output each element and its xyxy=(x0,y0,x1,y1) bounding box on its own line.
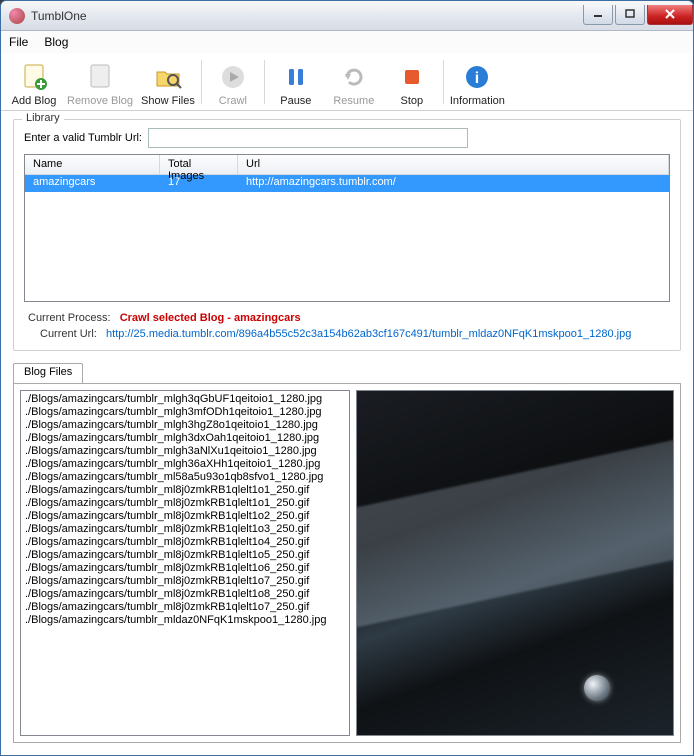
add-blog-button[interactable]: Add Blog xyxy=(5,55,63,109)
table-row[interactable]: amazingcars 17 http://amazingcars.tumblr… xyxy=(25,175,669,192)
titlebar[interactable]: TumblOne xyxy=(1,1,693,31)
list-item[interactable]: ./Blogs/amazingcars/tumblr_ml8j0zmkRB1ql… xyxy=(25,562,345,575)
list-item[interactable]: ./Blogs/amazingcars/tumblr_ml58a5u93o1qb… xyxy=(25,471,345,484)
maximize-button[interactable] xyxy=(615,5,645,25)
stop-icon xyxy=(396,61,428,93)
table-header: Name Total Images Url xyxy=(25,155,669,175)
list-item[interactable]: ./Blogs/amazingcars/tumblr_ml8j0zmkRB1ql… xyxy=(25,575,345,588)
list-item[interactable]: ./Blogs/amazingcars/tumblr_mlgh3hgZ8o1qe… xyxy=(25,419,345,432)
info-icon: i xyxy=(461,61,493,93)
tab-blog-files[interactable]: Blog Files xyxy=(13,363,83,383)
close-button[interactable] xyxy=(647,5,693,25)
url-label: Enter a valid Tumblr Url: xyxy=(24,132,142,144)
library-table[interactable]: Name Total Images Url amazingcars 17 htt… xyxy=(24,154,670,302)
pause-button[interactable]: Pause xyxy=(267,55,325,109)
show-files-button[interactable]: Show Files xyxy=(137,55,199,109)
list-item[interactable]: ./Blogs/amazingcars/tumblr_ml8j0zmkRB1ql… xyxy=(25,536,345,549)
list-item[interactable]: ./Blogs/amazingcars/tumblr_ml8j0zmkRB1ql… xyxy=(25,549,345,562)
folder-search-icon xyxy=(152,61,184,93)
currenturl-label: Current Url: xyxy=(40,328,97,340)
tabs: Blog Files ./Blogs/amazingcars/tumblr_ml… xyxy=(13,363,681,743)
menu-file[interactable]: File xyxy=(9,35,28,49)
list-item[interactable]: ./Blogs/amazingcars/tumblr_ml8j0zmkRB1ql… xyxy=(25,484,345,497)
process-label: Current Process: xyxy=(28,312,111,324)
information-button[interactable]: i Information xyxy=(446,55,509,109)
list-item[interactable]: ./Blogs/amazingcars/tumblr_ml8j0zmkRB1ql… xyxy=(25,601,345,614)
list-item[interactable]: ./Blogs/amazingcars/tumblr_mlgh36aXHh1qe… xyxy=(25,458,345,471)
list-item[interactable]: ./Blogs/amazingcars/tumblr_mlgh3mfODh1qe… xyxy=(25,406,345,419)
separator xyxy=(264,60,265,104)
toolbar: Add Blog Remove Blog Show Files Crawl Pa… xyxy=(1,53,693,111)
image-preview xyxy=(356,390,674,736)
library-title: Library xyxy=(22,112,64,124)
window-title: TumblOne xyxy=(31,9,581,23)
pause-icon xyxy=(280,61,312,93)
minimize-button[interactable] xyxy=(583,5,613,25)
app-window: TumblOne File Blog Add Blog Remove Blog … xyxy=(0,0,694,756)
currenturl-link[interactable]: http://25.media.tumblr.com/896a4b55c52c3… xyxy=(106,328,631,340)
cell-name: amazingcars xyxy=(25,175,160,192)
crawl-button[interactable]: Crawl xyxy=(204,55,262,109)
process-value: Crawl selected Blog - amazingcars xyxy=(120,312,301,324)
play-icon xyxy=(217,61,249,93)
list-item[interactable]: ./Blogs/amazingcars/tumblr_mlgh3aNlXu1qe… xyxy=(25,445,345,458)
list-item[interactable]: ./Blogs/amazingcars/tumblr_mlgh3qGbUF1qe… xyxy=(25,393,345,406)
list-item[interactable]: ./Blogs/amazingcars/tumblr_mlgh3dxOah1qe… xyxy=(25,432,345,445)
list-item[interactable]: ./Blogs/amazingcars/tumblr_mldaz0NFqK1ms… xyxy=(25,614,345,627)
url-input[interactable] xyxy=(148,128,468,148)
list-item[interactable]: ./Blogs/amazingcars/tumblr_ml8j0zmkRB1ql… xyxy=(25,588,345,601)
menu-blog[interactable]: Blog xyxy=(44,35,68,49)
cell-total: 17 xyxy=(160,175,238,192)
app-icon xyxy=(9,8,25,24)
library-group: Library Enter a valid Tumblr Url: Name T… xyxy=(13,119,681,351)
document-add-icon xyxy=(18,61,50,93)
col-name[interactable]: Name xyxy=(25,155,160,174)
col-total[interactable]: Total Images xyxy=(160,155,238,174)
separator xyxy=(201,60,202,104)
list-item[interactable]: ./Blogs/amazingcars/tumblr_ml8j0zmkRB1ql… xyxy=(25,497,345,510)
cell-url: http://amazingcars.tumblr.com/ xyxy=(238,175,669,192)
resume-button[interactable]: Resume xyxy=(325,55,383,109)
col-url[interactable]: Url xyxy=(238,155,669,174)
list-item[interactable]: ./Blogs/amazingcars/tumblr_ml8j0zmkRB1ql… xyxy=(25,510,345,523)
document-remove-icon xyxy=(84,61,116,93)
file-list[interactable]: ./Blogs/amazingcars/tumblr_mlgh3qGbUF1qe… xyxy=(20,390,350,736)
remove-blog-button[interactable]: Remove Blog xyxy=(63,55,137,109)
menubar: File Blog xyxy=(1,31,693,53)
separator xyxy=(443,60,444,104)
stop-button[interactable]: Stop xyxy=(383,55,441,109)
refresh-icon xyxy=(338,61,370,93)
svg-text:i: i xyxy=(475,70,479,87)
list-item[interactable]: ./Blogs/amazingcars/tumblr_ml8j0zmkRB1ql… xyxy=(25,523,345,536)
